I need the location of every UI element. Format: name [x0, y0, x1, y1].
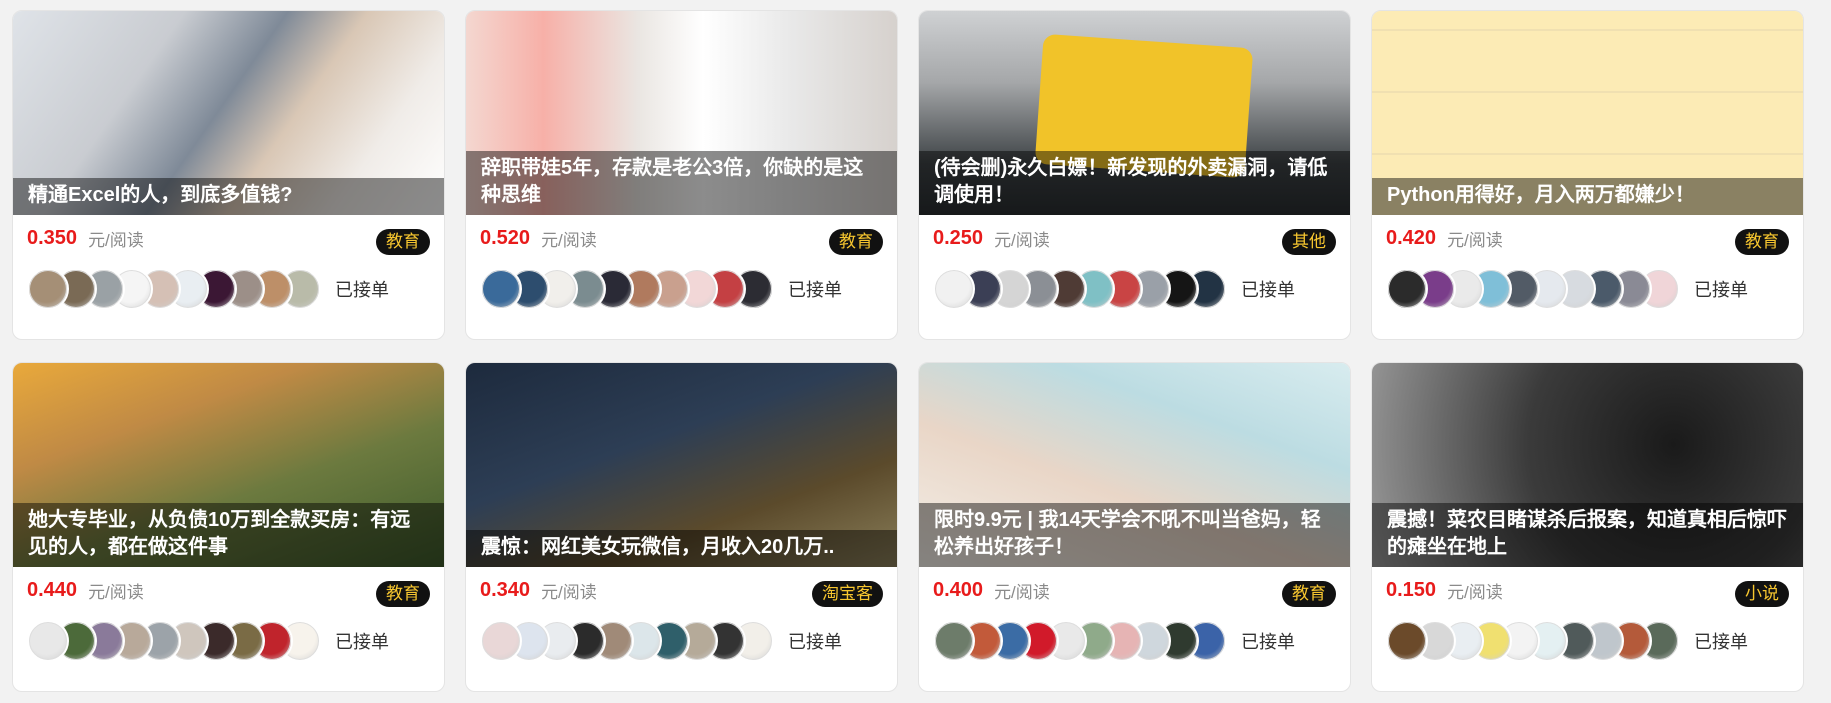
card-thumbnail[interactable]: 她大专毕业，从负债10万到全款买房：有远见的人，都在做这件事 — [13, 363, 444, 567]
price-row: 0.400 元/阅读 教育 — [919, 567, 1350, 613]
card-thumbnail[interactable]: 精通Excel的人，到底多值钱? — [13, 11, 444, 215]
takers-row: 已接单 — [13, 613, 444, 669]
task-card[interactable]: 震撼！菜农目睹谋杀后报案，知道真相后惊吓的瘫坐在地上 0.150 元/阅读 小说… — [1371, 362, 1804, 692]
avatar — [27, 268, 69, 310]
price-value: 0.250 — [933, 226, 984, 249]
price-row: 0.520 元/阅读 教育 — [466, 215, 897, 261]
taken-label: 已接单 — [1694, 280, 1748, 300]
taken-label: 已接单 — [335, 632, 389, 652]
category-tag: 其他 — [1282, 229, 1336, 255]
category-tag: 教育 — [376, 229, 430, 255]
avatar — [933, 620, 975, 662]
task-card[interactable]: 辞职带娃5年，存款是老公3倍，你缺的是这种思维 0.520 元/阅读 教育 已接… — [465, 10, 898, 340]
avatar-stack — [933, 268, 1227, 310]
takers-row: 已接单 — [919, 261, 1350, 317]
category-tag: 小说 — [1735, 581, 1789, 607]
taken-label: 已接单 — [788, 632, 842, 652]
avatar-stack — [1386, 268, 1680, 310]
price-row: 0.350 元/阅读 教育 — [13, 215, 444, 261]
card-title: 震撼！菜农目睹谋杀后报案，知道真相后惊吓的瘫坐在地上 — [1372, 503, 1803, 567]
task-grid: 精通Excel的人，到底多值钱? 0.350 元/阅读 教育 已接单 辞职带娃5… — [12, 10, 1804, 692]
taken-label: 已接单 — [335, 280, 389, 300]
price-unit: 元/阅读 — [1447, 230, 1503, 250]
takers-row: 已接单 — [13, 261, 444, 317]
card-thumbnail[interactable]: (待会删)永久白嫖！新发现的外卖漏洞，请低调使用！ — [919, 11, 1350, 215]
avatar — [480, 268, 522, 310]
task-card[interactable]: 限时9.9元 | 我14天学会不吼不叫当爸妈，轻松养出好孩子！ 0.400 元/… — [918, 362, 1351, 692]
takers-row: 已接单 — [466, 261, 897, 317]
price-unit: 元/阅读 — [994, 230, 1050, 250]
task-card[interactable]: 她大专毕业，从负债10万到全款买房：有远见的人，都在做这件事 0.440 元/阅… — [12, 362, 445, 692]
task-card[interactable]: Python用得好，月入两万都嫌少！ 0.420 元/阅读 教育 已接单 — [1371, 10, 1804, 340]
category-tag: 教育 — [1282, 581, 1336, 607]
avatar — [933, 268, 975, 310]
card-thumbnail[interactable]: 辞职带娃5年，存款是老公3倍，你缺的是这种思维 — [466, 11, 897, 215]
taken-label: 已接单 — [1694, 632, 1748, 652]
price-value: 0.150 — [1386, 578, 1437, 601]
avatar-stack — [480, 620, 774, 662]
price-value: 0.350 — [27, 226, 78, 249]
card-thumbnail[interactable]: 震惊：网红美女玩微信，月收入20几万.. — [466, 363, 897, 567]
price-value: 0.420 — [1386, 226, 1437, 249]
takers-row: 已接单 — [1372, 613, 1803, 669]
taken-label: 已接单 — [1241, 632, 1295, 652]
category-tag: 教育 — [376, 581, 430, 607]
takers-row: 已接单 — [466, 613, 897, 669]
price-unit: 元/阅读 — [88, 230, 144, 250]
price-value: 0.520 — [480, 226, 531, 249]
price-unit: 元/阅读 — [1447, 582, 1503, 602]
card-title: 精通Excel的人，到底多值钱? — [13, 178, 444, 215]
category-tag: 淘宝客 — [812, 581, 883, 607]
task-card[interactable]: 精通Excel的人，到底多值钱? 0.350 元/阅读 教育 已接单 — [12, 10, 445, 340]
category-tag: 教育 — [1735, 229, 1789, 255]
avatar — [27, 620, 69, 662]
price-unit: 元/阅读 — [88, 582, 144, 602]
avatar-stack — [27, 620, 321, 662]
price-row: 0.150 元/阅读 小说 — [1372, 567, 1803, 613]
price-row: 0.440 元/阅读 教育 — [13, 567, 444, 613]
avatar — [1386, 268, 1428, 310]
avatar-stack — [27, 268, 321, 310]
avatar — [1386, 620, 1428, 662]
category-tag: 教育 — [829, 229, 883, 255]
price-unit: 元/阅读 — [541, 582, 597, 602]
card-title: 限时9.9元 | 我14天学会不吼不叫当爸妈，轻松养出好孩子！ — [919, 503, 1350, 567]
avatar-stack — [480, 268, 774, 310]
price-row: 0.420 元/阅读 教育 — [1372, 215, 1803, 261]
taken-label: 已接单 — [788, 280, 842, 300]
price-value: 0.440 — [27, 578, 78, 601]
taken-label: 已接单 — [1241, 280, 1295, 300]
card-thumbnail[interactable]: Python用得好，月入两万都嫌少！ — [1372, 11, 1803, 215]
price-unit: 元/阅读 — [541, 230, 597, 250]
takers-row: 已接单 — [1372, 261, 1803, 317]
card-title: Python用得好，月入两万都嫌少！ — [1372, 178, 1803, 215]
card-title: 她大专毕业，从负债10万到全款买房：有远见的人，都在做这件事 — [13, 503, 444, 567]
avatar-stack — [933, 620, 1227, 662]
takers-row: 已接单 — [919, 613, 1350, 669]
price-row: 0.340 元/阅读 淘宝客 — [466, 567, 897, 613]
card-thumbnail[interactable]: 限时9.9元 | 我14天学会不吼不叫当爸妈，轻松养出好孩子！ — [919, 363, 1350, 567]
card-thumbnail[interactable]: 震撼！菜农目睹谋杀后报案，知道真相后惊吓的瘫坐在地上 — [1372, 363, 1803, 567]
avatar-stack — [1386, 620, 1680, 662]
avatar — [480, 620, 522, 662]
card-title: 震惊：网红美女玩微信，月收入20几万.. — [466, 530, 897, 567]
price-value: 0.400 — [933, 578, 984, 601]
price-row: 0.250 元/阅读 其他 — [919, 215, 1350, 261]
task-card[interactable]: (待会删)永久白嫖！新发现的外卖漏洞，请低调使用！ 0.250 元/阅读 其他 … — [918, 10, 1351, 340]
price-value: 0.340 — [480, 578, 531, 601]
price-unit: 元/阅读 — [994, 582, 1050, 602]
card-title: (待会删)永久白嫖！新发现的外卖漏洞，请低调使用！ — [919, 151, 1350, 215]
card-title: 辞职带娃5年，存款是老公3倍，你缺的是这种思维 — [466, 151, 897, 215]
task-card[interactable]: 震惊：网红美女玩微信，月收入20几万.. 0.340 元/阅读 淘宝客 已接单 — [465, 362, 898, 692]
